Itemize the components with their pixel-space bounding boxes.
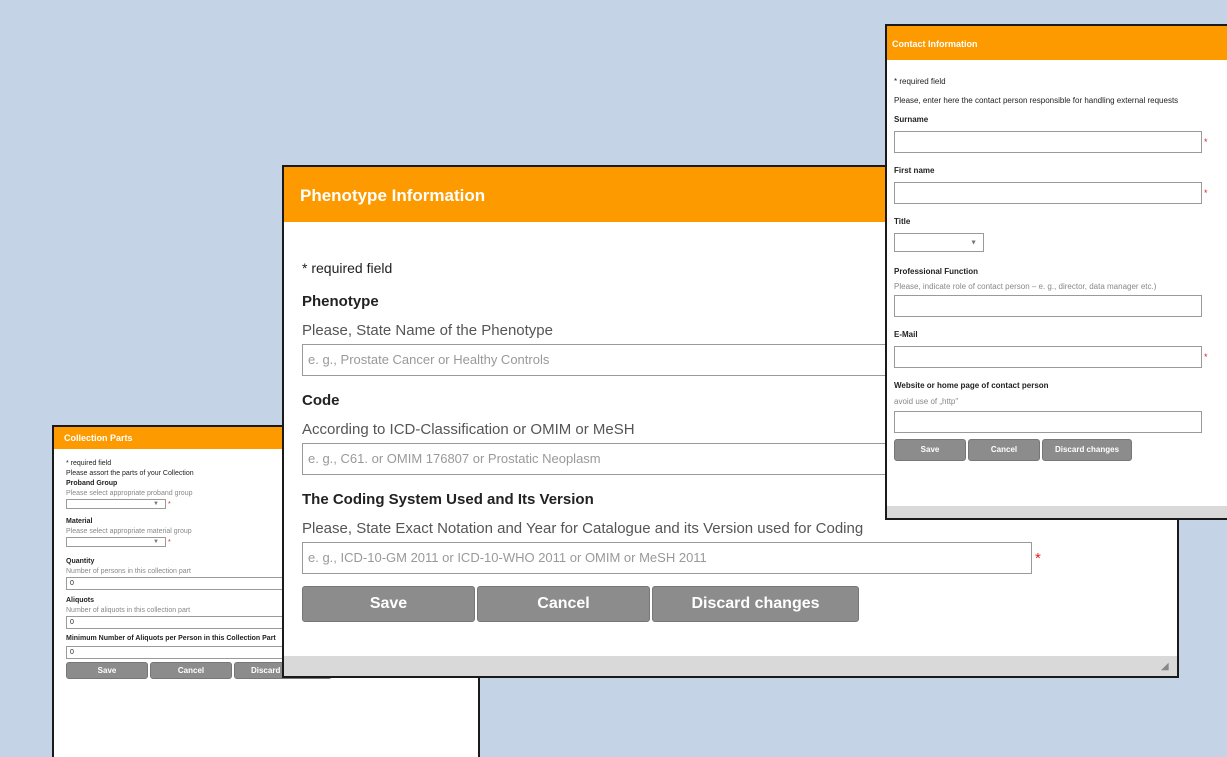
professional-function-input[interactable] (894, 295, 1202, 317)
contact-information-dialog: Contact Information * required field Ple… (885, 24, 1227, 520)
cancel-button[interactable]: Cancel (477, 586, 650, 622)
cancel-button[interactable]: Cancel (968, 439, 1040, 461)
resize-grip-icon[interactable]: ◢ (1161, 661, 1173, 673)
save-button[interactable]: Save (302, 586, 475, 622)
chevron-down-icon: ▼ (970, 239, 977, 246)
save-button[interactable]: Save (894, 439, 966, 461)
dialog-footer-bar: ◢ (284, 656, 1177, 676)
material-select[interactable]: ▼ (66, 537, 166, 547)
save-button[interactable]: Save (66, 662, 148, 679)
email-label: E-Mail (894, 330, 918, 339)
required-marker: * (167, 538, 171, 546)
required-marker: * (1035, 549, 1041, 567)
email-input[interactable] (894, 346, 1202, 368)
dialog-footer-bar (887, 506, 1227, 518)
first-name-label: First name (894, 166, 935, 175)
coding-system-prompt: Please, State Exact Notation and Year fo… (302, 520, 864, 537)
surname-label: Surname (894, 115, 929, 124)
contact-instruction: Please, enter here the contact person re… (894, 96, 1179, 105)
surname-input[interactable] (894, 131, 1202, 153)
required-marker: * (1204, 188, 1208, 198)
required-marker: * (167, 500, 171, 508)
chevron-down-icon: ▼ (153, 539, 159, 545)
chevron-down-icon: ▼ (153, 501, 159, 507)
website-hint: avoid use of „http" (894, 397, 959, 406)
title-label: Title (894, 217, 911, 226)
website-label: Website or home page of contact person (894, 381, 1049, 390)
cancel-button[interactable]: Cancel (150, 662, 232, 679)
first-name-input[interactable] (894, 182, 1202, 204)
website-input[interactable] (894, 411, 1202, 433)
required-note: * required field (894, 77, 946, 86)
contact-information-header: Contact Information (887, 26, 1227, 60)
professional-function-label: Professional Function (894, 267, 979, 276)
discard-changes-button[interactable]: Discard changes (1042, 439, 1132, 461)
professional-function-hint: Please, indicate role of contact person … (894, 282, 1157, 291)
title-select[interactable]: ▼ (894, 233, 984, 252)
required-marker: * (1204, 137, 1208, 147)
coding-system-input[interactable]: e. g., ICD-10-GM 2011 or ICD-10-WHO 2011… (302, 542, 1032, 574)
proband-group-select[interactable]: ▼ (66, 499, 166, 509)
required-marker: * (1204, 352, 1208, 362)
discard-changes-button[interactable]: Discard changes (652, 586, 859, 622)
